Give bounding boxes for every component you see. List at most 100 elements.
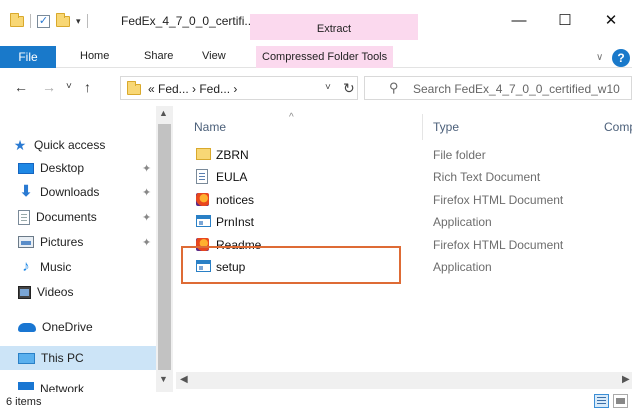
details-view-icon[interactable] <box>594 394 609 408</box>
recent-locations-icon[interactable]: ˅ <box>66 81 72 92</box>
music-icon: ♪ <box>22 258 30 275</box>
refresh-icon[interactable]: ↻ <box>343 80 355 97</box>
star-icon: ★ <box>13 137 27 153</box>
large-icons-view-icon[interactable] <box>613 394 628 408</box>
search-icon: ⚲ <box>389 80 399 95</box>
desktop-icon <box>18 162 34 174</box>
minimize-button[interactable]: — <box>496 8 542 34</box>
nav-item-documents[interactable]: Documents ✦ <box>18 206 151 228</box>
file-row-prninst[interactable]: PrnInst Application <box>186 211 626 233</box>
search-input[interactable]: Search FedEx_4_7_0_0_certified_w10 <box>413 82 620 96</box>
nav-item-this-pc[interactable]: This PC <box>18 347 84 369</box>
videos-icon <box>18 285 31 299</box>
nav-item-label: Quick access <box>34 138 106 152</box>
nav-item-quick-access[interactable]: ★ Quick access <box>12 134 106 156</box>
file-type: Rich Text Document <box>433 170 541 184</box>
folder-icon <box>196 148 211 160</box>
ribbon-collapse-icon[interactable]: ∨ <box>596 52 603 63</box>
nav-item-label: Pictures <box>40 235 84 249</box>
status-bar: 6 items <box>0 392 632 412</box>
scroll-left-icon[interactable]: ◀ <box>180 374 188 385</box>
file-name: EULA <box>216 170 248 184</box>
back-icon[interactable]: ← <box>14 79 28 95</box>
computer-icon <box>18 352 35 364</box>
tab-view[interactable]: View <box>202 50 226 62</box>
address-dropdown-icon[interactable]: ˅ <box>325 82 331 93</box>
file-type: File folder <box>433 148 486 162</box>
column-header-compressed-size[interactable]: Comp <box>604 120 632 134</box>
folder-icon[interactable] <box>10 12 24 27</box>
extract-context-label: Extract <box>250 14 418 40</box>
address-row: ← → ˅ ↑ « Fed... › Fed... › ˅ ↻ ⚲ Search… <box>0 68 632 106</box>
title-bar: ✓ ▾ FedEx_4_7_0_0_certifi... Extract — ☐… <box>0 0 632 40</box>
pin-icon[interactable]: ✦ <box>142 236 151 249</box>
file-list: ^ Name Type Comp ZBRN File folder EULA R… <box>176 106 632 392</box>
nav-item-label: Music <box>40 260 72 274</box>
properties-icon[interactable]: ✓ <box>37 14 50 28</box>
nav-item-pictures[interactable]: Pictures ✦ <box>18 231 151 253</box>
pin-icon[interactable]: ✦ <box>142 162 151 175</box>
scrollbar-thumb[interactable] <box>158 124 171 370</box>
application-icon <box>196 215 211 227</box>
nav-item-desktop[interactable]: Desktop ✦ <box>18 157 151 179</box>
forward-icon[interactable]: → <box>42 79 56 95</box>
file-name: PrnInst <box>216 215 255 229</box>
file-row-zbrn[interactable]: ZBRN File folder <box>186 144 626 166</box>
scroll-down-icon[interactable]: ▼ <box>159 374 168 384</box>
nav-item-downloads[interactable]: ⬇ Downloads ✦ <box>18 181 152 203</box>
nav-item-label: Videos <box>37 285 74 299</box>
tab-home[interactable]: Home <box>80 50 109 62</box>
customize-toolbar-icon[interactable]: ▾ <box>76 16 81 27</box>
nav-item-network[interactable]: Network <box>18 382 84 392</box>
tab-file[interactable]: File <box>0 46 56 68</box>
file-row-notices[interactable]: notices Firefox HTML Document <box>186 189 626 211</box>
pictures-icon <box>18 236 34 248</box>
nav-item-label: Desktop <box>40 161 85 175</box>
tab-share[interactable]: Share <box>144 50 173 62</box>
document-icon <box>18 209 30 225</box>
divider <box>86 14 88 28</box>
folder-icon <box>127 81 141 95</box>
nav-item-videos[interactable]: Videos <box>18 281 73 303</box>
network-icon <box>18 382 34 390</box>
ribbon-tabs: File Home Share View Compressed Folder T… <box>0 40 632 68</box>
quick-access-toolbar: ✓ ▾ <box>10 12 88 28</box>
pin-icon[interactable]: ✦ <box>142 186 151 199</box>
horizontal-scrollbar[interactable]: ◀ ▶ <box>176 372 632 389</box>
nav-item-label: Network <box>40 382 85 392</box>
sort-ascending-icon: ^ <box>289 112 294 123</box>
up-icon[interactable]: ↑ <box>84 79 91 95</box>
close-button[interactable]: ✕ <box>588 8 632 34</box>
navigation-pane: ★ Quick access Desktop ✦ ⬇ Downloads ✦ D… <box>0 106 176 392</box>
breadcrumb[interactable]: « Fed... › Fed... › <box>148 82 237 96</box>
maximize-button[interactable]: ☐ <box>542 8 588 34</box>
tab-compressed-folder-tools[interactable]: Compressed Folder Tools <box>256 46 394 68</box>
window-title: FedEx_4_7_0_0_certifi... <box>121 14 255 28</box>
nav-item-label: This PC <box>41 351 84 365</box>
address-bar[interactable]: « Fed... › Fed... › ˅ ↻ <box>120 76 358 100</box>
file-row-eula[interactable]: EULA Rich Text Document <box>186 166 626 188</box>
divider <box>30 14 31 28</box>
column-divider[interactable] <box>422 114 423 140</box>
column-header-name[interactable]: Name <box>194 120 226 134</box>
cloud-icon <box>18 322 36 332</box>
file-type: Firefox HTML Document <box>433 238 564 252</box>
item-count: 6 items <box>6 396 42 408</box>
nav-item-onedrive[interactable]: OneDrive <box>18 316 93 338</box>
nav-item-label: Downloads <box>40 185 100 199</box>
nav-pane-scrollbar[interactable]: ▲ ▼ <box>156 106 173 392</box>
download-icon: ⬇ <box>19 183 33 200</box>
rtf-document-icon <box>196 169 208 184</box>
nav-item-music[interactable]: ♪ Music <box>18 256 71 278</box>
scroll-right-icon[interactable]: ▶ <box>622 374 630 385</box>
new-folder-icon[interactable] <box>56 12 70 27</box>
scroll-up-icon[interactable]: ▲ <box>159 108 168 118</box>
search-box[interactable]: ⚲ Search FedEx_4_7_0_0_certified_w10 <box>364 76 632 100</box>
file-type: Application <box>433 215 492 229</box>
nav-item-label: OneDrive <box>42 320 93 334</box>
file-type: Firefox HTML Document <box>433 193 564 207</box>
help-icon[interactable]: ? <box>612 49 630 67</box>
nav-item-label: Documents <box>36 210 97 224</box>
column-header-type[interactable]: Type <box>433 120 459 134</box>
pin-icon[interactable]: ✦ <box>142 211 151 224</box>
